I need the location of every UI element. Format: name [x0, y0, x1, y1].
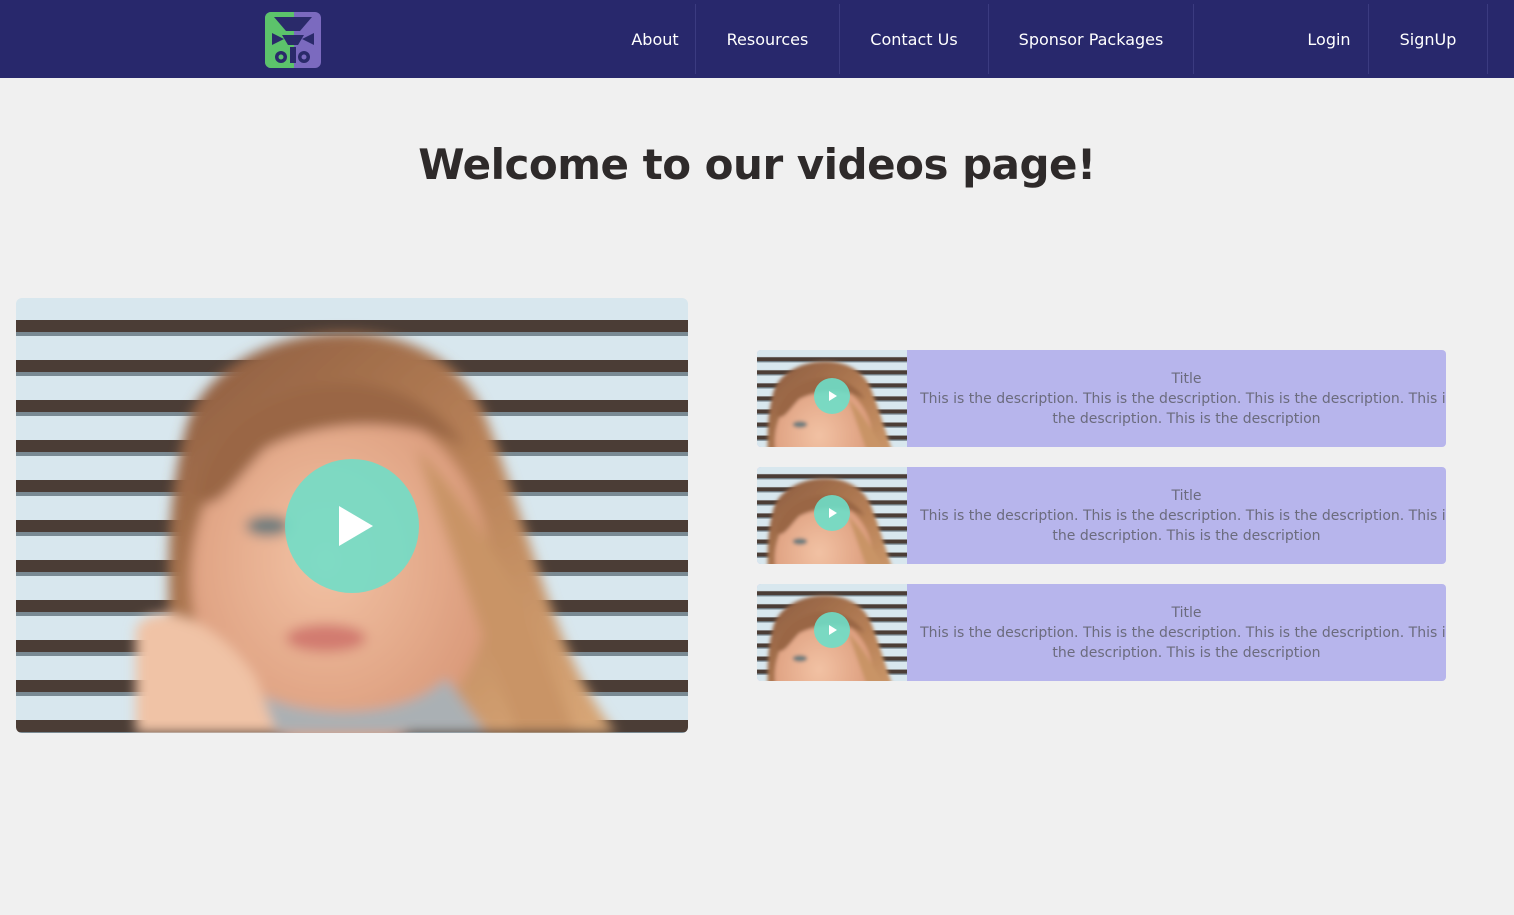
nav-sponsor-packages[interactable]: Sponsor Packages: [989, 4, 1194, 74]
video-thumbnail[interactable]: [757, 467, 907, 564]
signup-button[interactable]: SignUp: [1369, 4, 1488, 74]
video-list-item[interactable]: Title This is the description. This is t…: [757, 350, 1446, 447]
video-thumbnail[interactable]: [757, 584, 907, 681]
nav-about[interactable]: About: [615, 4, 696, 74]
play-icon[interactable]: [814, 495, 850, 531]
nav-resources[interactable]: Resources: [696, 4, 840, 74]
video-title: Title: [1171, 487, 1202, 504]
video-thumbnail[interactable]: [757, 350, 907, 447]
logo-icon[interactable]: [264, 11, 322, 69]
video-list-item[interactable]: Title This is the description. This is t…: [757, 467, 1446, 564]
video-list-item[interactable]: Title This is the description. This is t…: [757, 584, 1446, 681]
video-title: Title: [1171, 370, 1202, 387]
play-icon[interactable]: [814, 378, 850, 414]
login-button[interactable]: Login: [1290, 4, 1369, 74]
top-navbar: About Resources Contact Us Sponsor Packa…: [0, 0, 1514, 78]
video-description: This is the description. This is the des…: [920, 390, 1446, 427]
video-description: This is the description. This is the des…: [920, 624, 1446, 661]
video-description: This is the description. This is the des…: [920, 507, 1446, 544]
featured-video[interactable]: [16, 298, 688, 733]
nav-contact-us[interactable]: Contact Us: [840, 4, 989, 74]
play-icon[interactable]: [814, 612, 850, 648]
page-title: Welcome to our videos page!: [418, 140, 1096, 189]
play-icon[interactable]: [285, 459, 419, 593]
video-title: Title: [1171, 604, 1202, 621]
